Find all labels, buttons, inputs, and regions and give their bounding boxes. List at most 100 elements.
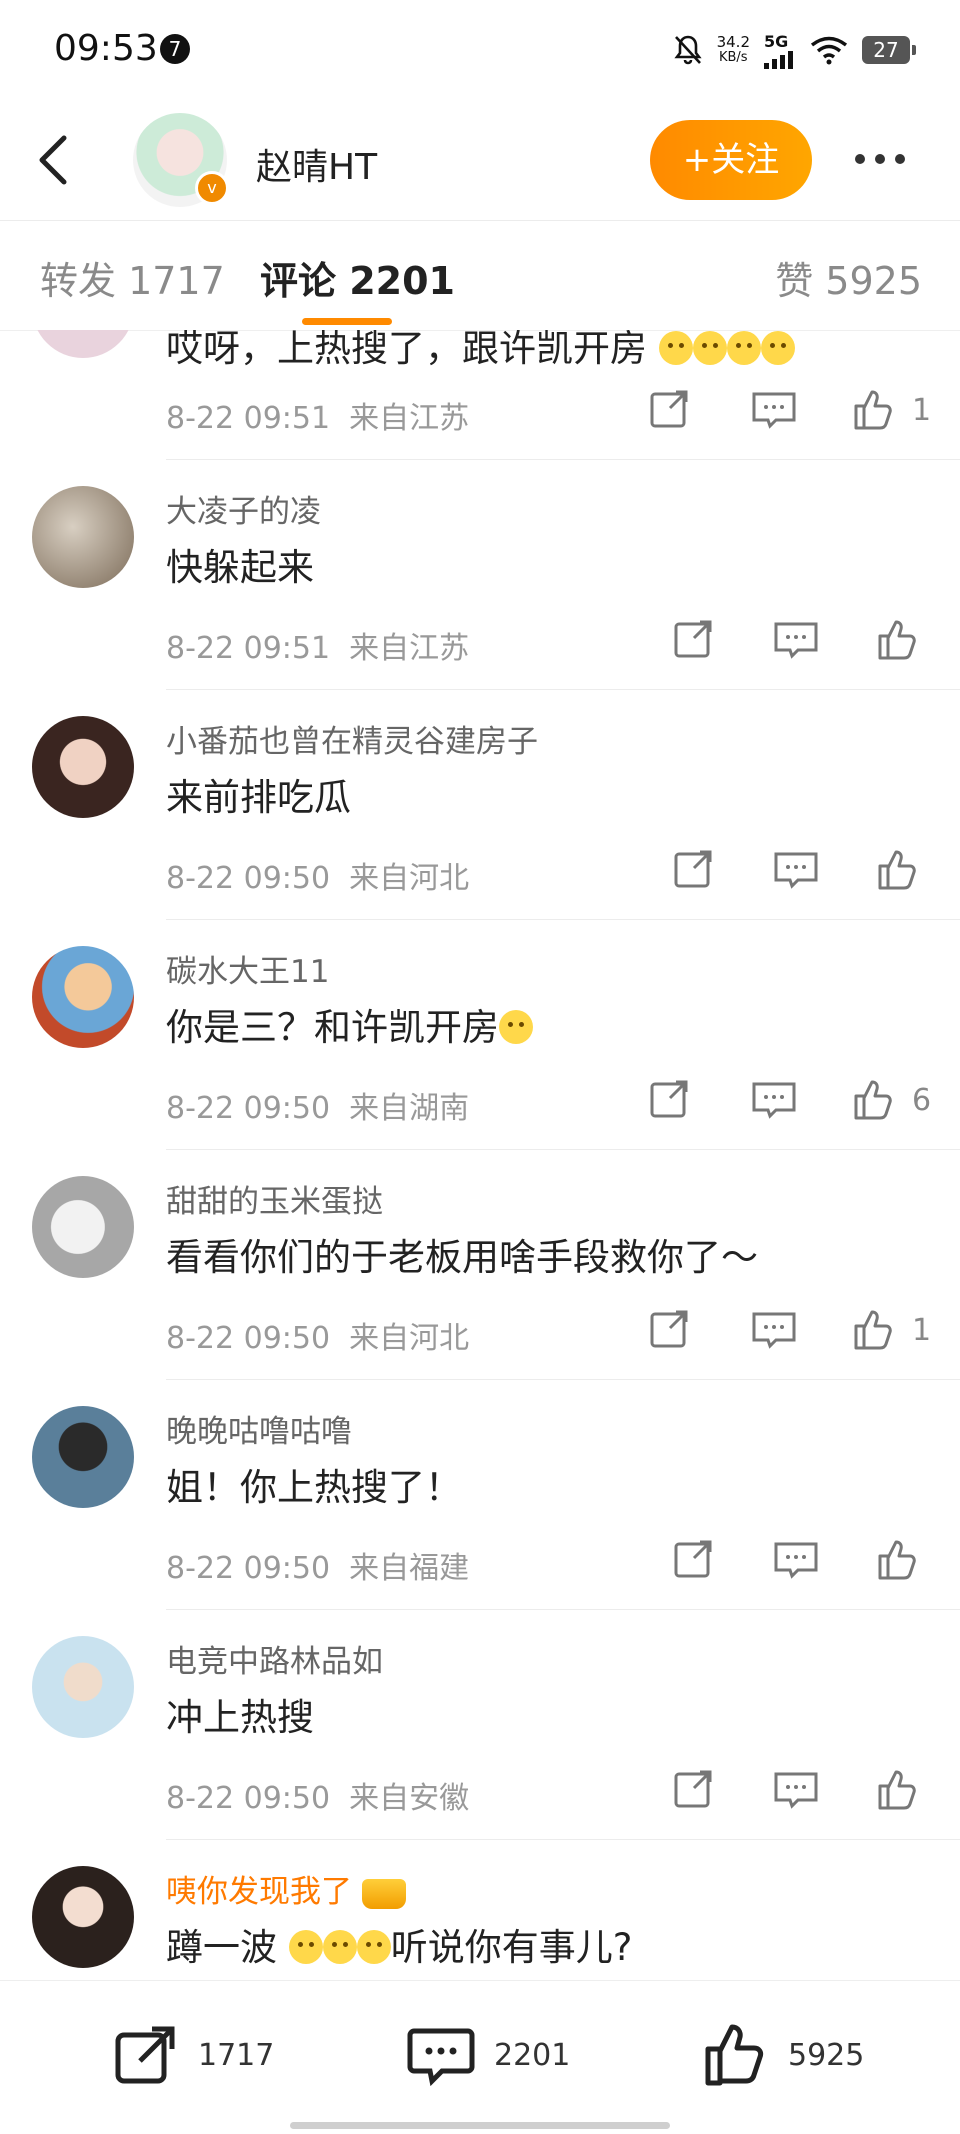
- commenter-name[interactable]: 碳水大王11: [166, 946, 329, 991]
- like-post-button[interactable]: 5925: [702, 2019, 864, 2091]
- comment-item[interactable]: 碳水大王11 你是三？和许凯开房 8-22 09:50 来自湖南 6: [0, 920, 960, 1150]
- commenter-avatar[interactable]: [32, 1636, 134, 1738]
- net-speed-value: 34.2: [716, 33, 750, 51]
- commenter-avatar[interactable]: [32, 946, 134, 1048]
- share-icon[interactable]: [664, 610, 724, 670]
- commenter-avatar[interactable]: [32, 486, 134, 588]
- share-icon[interactable]: [664, 840, 724, 900]
- laugh-emoji-icon: [726, 331, 761, 365]
- like-button[interactable]: 1: [848, 380, 931, 440]
- comment-text: 冲上热搜: [166, 1696, 314, 1739]
- dog-emoji-icon: [356, 1930, 391, 1964]
- comment-item[interactable]: 甜甜的玉米蛋挞 看看你们的于老板用啥手段救你了～ 8-22 09:50 来自河北…: [0, 1150, 960, 1380]
- comment-icon[interactable]: [766, 1760, 826, 1820]
- poster-avatar[interactable]: v: [133, 113, 229, 207]
- comment-text: 哎呀，上热搜了，跟许凯开房: [166, 330, 795, 372]
- commenter-avatar[interactable]: [32, 1176, 134, 1278]
- share-icon[interactable]: [640, 380, 700, 440]
- like-button[interactable]: [872, 610, 936, 670]
- status-icons: 34.2 KB/s 5G 27: [673, 28, 916, 72]
- commenter-name[interactable]: 晚晚咕噜咕噜: [166, 1406, 352, 1451]
- comment-text: 蹲一波 听说你有事儿?: [166, 1926, 633, 1969]
- share-icon[interactable]: [640, 1070, 700, 1130]
- home-indicator[interactable]: [290, 2122, 670, 2129]
- like-icon: [878, 620, 916, 660]
- like-icon: [854, 390, 892, 430]
- comment-item[interactable]: 晚晚咕噜咕噜 姐！你上热搜了！ 8-22 09:50 来自福建: [0, 1380, 960, 1610]
- fan-crown-badge-icon: [362, 1878, 406, 1909]
- comment-meta: 8-22 09:50 来自河北: [166, 1321, 470, 1356]
- comment-icon[interactable]: [766, 1530, 826, 1590]
- repost-count: 1717: [198, 2037, 275, 2073]
- active-tab-indicator: [302, 318, 392, 325]
- comment-icon[interactable]: [744, 1070, 804, 1130]
- like-button[interactable]: [872, 1760, 936, 1820]
- commenter-avatar[interactable]: [32, 1406, 134, 1508]
- net-speed-unit: KB/s: [718, 50, 748, 65]
- back-button[interactable]: [28, 130, 78, 190]
- share-icon[interactable]: [664, 1530, 724, 1590]
- comment-icon[interactable]: [766, 610, 826, 670]
- comment-icon[interactable]: [766, 840, 826, 900]
- bottom-action-bar: 1717 2201 5925: [0, 1980, 960, 2134]
- cell-signal-icon: 5G: [764, 32, 796, 69]
- battery-icon: 27: [862, 36, 916, 64]
- dog-emoji-icon: [322, 1930, 357, 1964]
- tab-likes[interactable]: 赞 5925: [775, 250, 922, 305]
- comment-count: 2201: [494, 2037, 571, 2073]
- status-time: 09:53: [54, 28, 158, 69]
- comment-icon: [407, 2028, 475, 2087]
- commenter-avatar[interactable]: [32, 1866, 134, 1968]
- battery-level: 27: [873, 38, 899, 62]
- comment-list[interactable]: 哎呀，上热搜了，跟许凯开房 8-22 09:51 来自江苏 1 大凌子的凌 快躲…: [0, 330, 960, 1980]
- smile-emoji-icon: [499, 1010, 533, 1044]
- like-button[interactable]: 1: [848, 1300, 931, 1360]
- mute-bell-icon: [673, 35, 702, 65]
- like-count: 5925: [788, 2037, 865, 2073]
- commenter-name[interactable]: 小番茄也曾在精灵谷建房子: [166, 716, 538, 761]
- tab-repost[interactable]: 转发 1717: [40, 250, 225, 305]
- share-icon: [115, 2026, 175, 2084]
- comment-button[interactable]: 2201: [406, 2019, 570, 2091]
- repost-button[interactable]: 1717: [112, 2019, 274, 2091]
- commenter-name[interactable]: 电竞中路林品如: [166, 1636, 383, 1681]
- comment-icon[interactable]: [744, 380, 804, 440]
- commenter-name[interactable]: 大凌子的凌: [166, 486, 321, 531]
- like-button[interactable]: 6: [848, 1070, 931, 1130]
- comment-text: 快躲起来: [166, 546, 314, 589]
- comment-item[interactable]: 哎呀，上热搜了，跟许凯开房 8-22 09:51 来自江苏 1: [0, 330, 960, 460]
- comment-item[interactable]: 咦你发现我了 蹲一波 听说你有事儿?: [0, 1840, 960, 1980]
- comment-icon[interactable]: [744, 1300, 804, 1360]
- comment-meta: 8-22 09:50 来自河北: [166, 861, 470, 896]
- more-options-button[interactable]: [855, 144, 925, 174]
- verified-badge-icon: v: [195, 171, 229, 205]
- commenter-avatar[interactable]: [32, 716, 134, 818]
- like-icon: [854, 1080, 892, 1120]
- like-count: 6: [912, 1082, 932, 1118]
- poster-name[interactable]: 赵晴HT: [256, 138, 377, 190]
- comment-item[interactable]: 电竞中路林品如 冲上热搜 8-22 09:50 来自安徽: [0, 1610, 960, 1840]
- share-icon[interactable]: [640, 1300, 700, 1360]
- laugh-emoji-icon: [760, 331, 795, 365]
- comment-item[interactable]: 小番茄也曾在精灵谷建房子 来前排吃瓜 8-22 09:50 来自河北: [0, 690, 960, 920]
- like-button[interactable]: [872, 840, 936, 900]
- tab-comments[interactable]: 评论 2201: [260, 250, 455, 305]
- like-button[interactable]: [872, 1530, 936, 1590]
- comment-meta: 8-22 09:50 来自湖南: [166, 1091, 470, 1126]
- commenter-avatar[interactable]: [32, 330, 134, 358]
- signal-type: 5G: [764, 31, 789, 51]
- follow-button[interactable]: +关注: [650, 120, 812, 200]
- commenter-name[interactable]: 甜甜的玉米蛋挞: [166, 1176, 383, 1221]
- tab-bar: 转发 1717 评论 2201 赞 5925: [0, 220, 960, 331]
- status-bar: 09:53 7 34.2 KB/s 5G 27: [0, 0, 960, 100]
- laugh-emoji-icon: [692, 331, 727, 365]
- share-icon[interactable]: [664, 1760, 724, 1820]
- like-icon: [878, 850, 916, 890]
- like-icon: [854, 1310, 892, 1350]
- comment-item[interactable]: 大凌子的凌 快躲起来 8-22 09:51 来自江苏: [0, 460, 960, 690]
- like-count: 1: [912, 1312, 932, 1348]
- like-icon: [878, 1540, 916, 1580]
- like-icon: [878, 1770, 916, 1810]
- commenter-name[interactable]: 咦你发现我了: [166, 1866, 406, 1911]
- comment-text: 来前排吃瓜: [166, 776, 351, 819]
